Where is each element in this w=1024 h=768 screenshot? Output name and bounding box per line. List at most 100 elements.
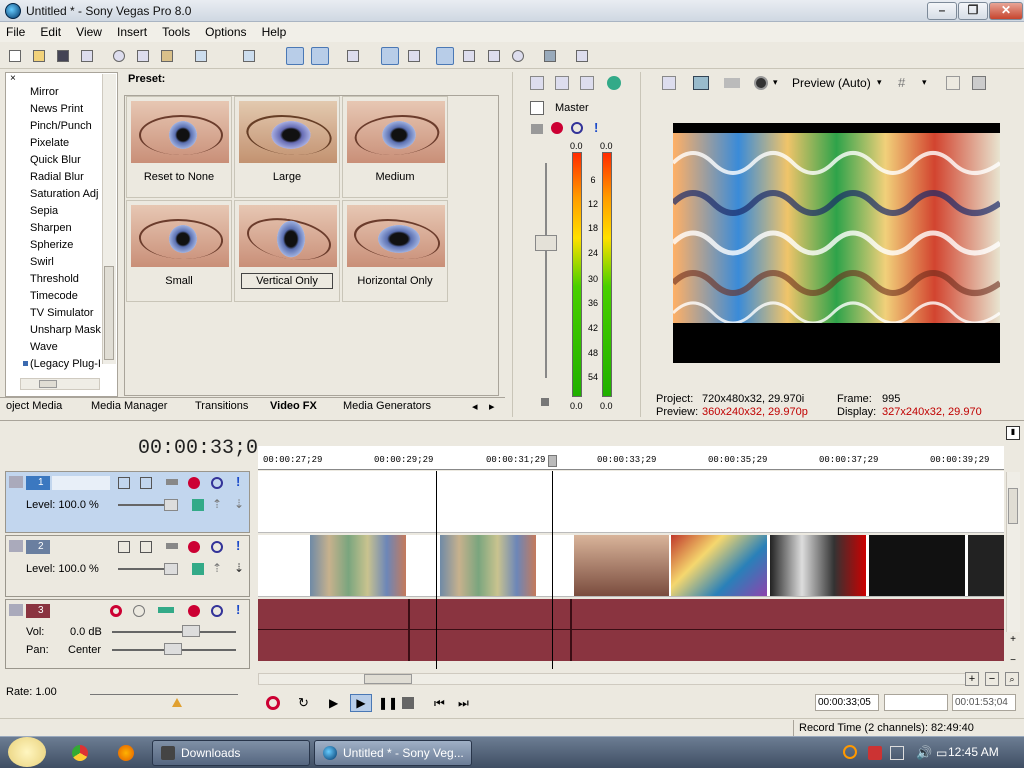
undo-icon[interactable] <box>192 47 210 65</box>
go-to-end-button[interactable]: ⏭ <box>458 696 472 710</box>
timeline-lane-audio-3[interactable] <box>258 599 1004 661</box>
fx-item-sepia[interactable]: Sepia <box>30 205 58 217</box>
track-header-video-2[interactable]: 2 ! Level: 100.0 % ⇡ ⇣ <box>5 535 250 597</box>
video-clip[interactable] <box>574 535 669 596</box>
fx-item-wave[interactable]: Wave <box>30 341 58 353</box>
fx-item-swirl[interactable]: Swirl <box>30 256 54 268</box>
video-clip[interactable] <box>869 535 965 596</box>
make-parent-icon[interactable]: ⇡ <box>212 497 222 511</box>
track-mute-icon[interactable] <box>211 541 223 553</box>
track-collapse-icon[interactable] <box>9 540 23 552</box>
preview-fx-icon[interactable] <box>724 78 740 88</box>
fx-item-timecode[interactable]: Timecode <box>30 290 78 302</box>
copy-snapshot-icon[interactable] <box>946 76 960 90</box>
selection-end-timecode[interactable] <box>884 694 948 711</box>
selection-start-timecode[interactable]: 00:00:33;05 <box>815 694 879 711</box>
tab-transitions[interactable]: Transitions <box>195 400 248 412</box>
pause-button[interactable]: ❚❚ <box>378 696 398 710</box>
preset-small[interactable]: Small <box>126 200 232 302</box>
envelope-tool-icon[interactable] <box>460 47 478 65</box>
external-monitor-icon[interactable] <box>693 76 709 90</box>
track-level-thumb[interactable] <box>164 499 178 511</box>
fx-item-radial-blur[interactable]: Radial Blur <box>30 171 84 183</box>
preview-quality-dropdown[interactable]: Preview (Auto) <box>792 76 871 90</box>
marker-menu-icon[interactable]: ▮ <box>1006 426 1020 440</box>
menu-insert[interactable]: Insert <box>111 22 153 42</box>
playhead-handle[interactable] <box>548 455 557 467</box>
loop-playback-button[interactable]: ↻ <box>298 696 312 710</box>
stop-button[interactable] <box>402 697 414 709</box>
fx-item-quick-blur[interactable]: Quick Blur <box>30 154 81 166</box>
track-header-video-1[interactable]: 1 ! Level: 100.0 % ⇡ ⇣ <box>5 471 250 533</box>
zoom-in-vertical-icon[interactable]: + <box>1006 634 1020 646</box>
tab-project-media[interactable]: oject Media <box>6 400 62 412</box>
selection-length-timecode[interactable]: 00:01:53;04 <box>952 694 1016 711</box>
start-button-icon[interactable] <box>8 737 46 767</box>
make-child-icon[interactable]: ⇣ <box>234 497 244 511</box>
redo-icon[interactable] <box>240 47 258 65</box>
zoom-in-time-icon[interactable]: + <box>965 672 979 686</box>
tab-scroll-right-icon[interactable]: ▸ <box>489 400 495 413</box>
menu-edit[interactable]: Edit <box>34 22 67 42</box>
ignore-grouping-icon[interactable] <box>405 47 423 65</box>
track-fx-icon[interactable] <box>188 477 200 489</box>
mixer-downmix-icon[interactable] <box>580 76 594 90</box>
rate-slider-thumb[interactable] <box>172 698 182 707</box>
menu-tools[interactable]: Tools <box>156 22 196 42</box>
preset-horizontal-only[interactable]: Horizontal Only <box>342 200 448 302</box>
paste-icon[interactable] <box>158 47 176 65</box>
track-compositing-icon[interactable] <box>140 477 152 489</box>
fx-horizontal-scrollbar[interactable] <box>20 378 100 390</box>
arm-for-record-icon[interactable] <box>110 605 122 617</box>
master-mute-icon[interactable] <box>571 122 583 134</box>
preview-quality-chevron-icon[interactable]: ▾ <box>877 77 882 88</box>
fx-item-threshold[interactable]: Threshold <box>30 273 79 285</box>
track-fx-icon[interactable] <box>188 605 200 617</box>
mixer-insert-bus-icon[interactable] <box>607 76 621 90</box>
track-fx-chain-icon[interactable] <box>166 479 178 485</box>
split-screen-icon[interactable] <box>754 76 768 90</box>
invert-phase-icon[interactable] <box>133 605 145 617</box>
taskbar-clock[interactable]: 12:45 AM <box>948 745 999 759</box>
master-solo-icon[interactable]: ! <box>594 120 598 135</box>
preview-properties-icon[interactable] <box>662 76 676 90</box>
track-solo-icon[interactable]: ! <box>236 538 240 553</box>
overlays-dropdown-icon[interactable]: ▾ <box>922 77 927 88</box>
track-fx-chain-icon[interactable] <box>158 607 174 613</box>
timeline-vertical-thumb[interactable] <box>1008 488 1018 524</box>
track-motion-icon[interactable] <box>118 541 130 553</box>
mixer-dim-icon[interactable] <box>555 76 569 90</box>
network-tray-icon[interactable] <box>890 746 904 760</box>
track-solo-icon[interactable]: ! <box>236 602 240 617</box>
vegas-app-icon[interactable] <box>5 3 21 19</box>
track-collapse-icon[interactable] <box>9 476 23 488</box>
fx-item-unsharp-mask[interactable]: Unsharp Mask <box>30 324 101 336</box>
rate-slider[interactable] <box>90 694 238 695</box>
fx-item-pixelate[interactable]: Pixelate <box>30 137 69 149</box>
normal-edit-tool-icon[interactable] <box>436 47 454 65</box>
whats-this-help-icon[interactable] <box>573 47 591 65</box>
new-project-icon[interactable] <box>6 47 24 65</box>
master-fx-chain-icon[interactable] <box>531 124 543 134</box>
video-clip[interactable] <box>671 535 767 596</box>
go-to-start-button[interactable]: ⏮ <box>434 696 448 710</box>
zoom-out-vertical-icon[interactable]: − <box>1006 655 1020 667</box>
tab-scroll-left-icon[interactable]: ◂ <box>472 400 478 413</box>
fx-list-scroll-thumb[interactable] <box>104 266 114 360</box>
chrome-taskbar-icon[interactable] <box>72 745 88 761</box>
close-button[interactable]: ✕ <box>989 2 1023 20</box>
zoom-tool-icon[interactable] <box>509 47 527 65</box>
fx-item-pinch-punch[interactable]: Pinch/Punch <box>30 120 92 132</box>
marker-bar[interactable] <box>258 426 1004 446</box>
auto-ripple-icon[interactable] <box>286 47 304 65</box>
firefox-taskbar-icon[interactable] <box>118 745 134 761</box>
fx-item-mirror[interactable]: Mirror <box>30 86 59 98</box>
track-solo-icon[interactable]: ! <box>236 474 240 489</box>
preset-vertical-only[interactable]: Vertical Only <box>234 200 340 302</box>
master-lock-icon[interactable] <box>541 398 549 406</box>
zoom-out-time-icon[interactable]: − <box>985 672 999 686</box>
track-fx-chain-icon[interactable] <box>166 543 178 549</box>
mixer-properties-icon[interactable] <box>530 76 544 90</box>
auto-crossfade-icon[interactable] <box>381 47 399 65</box>
preview-video-frame[interactable] <box>673 123 1000 363</box>
